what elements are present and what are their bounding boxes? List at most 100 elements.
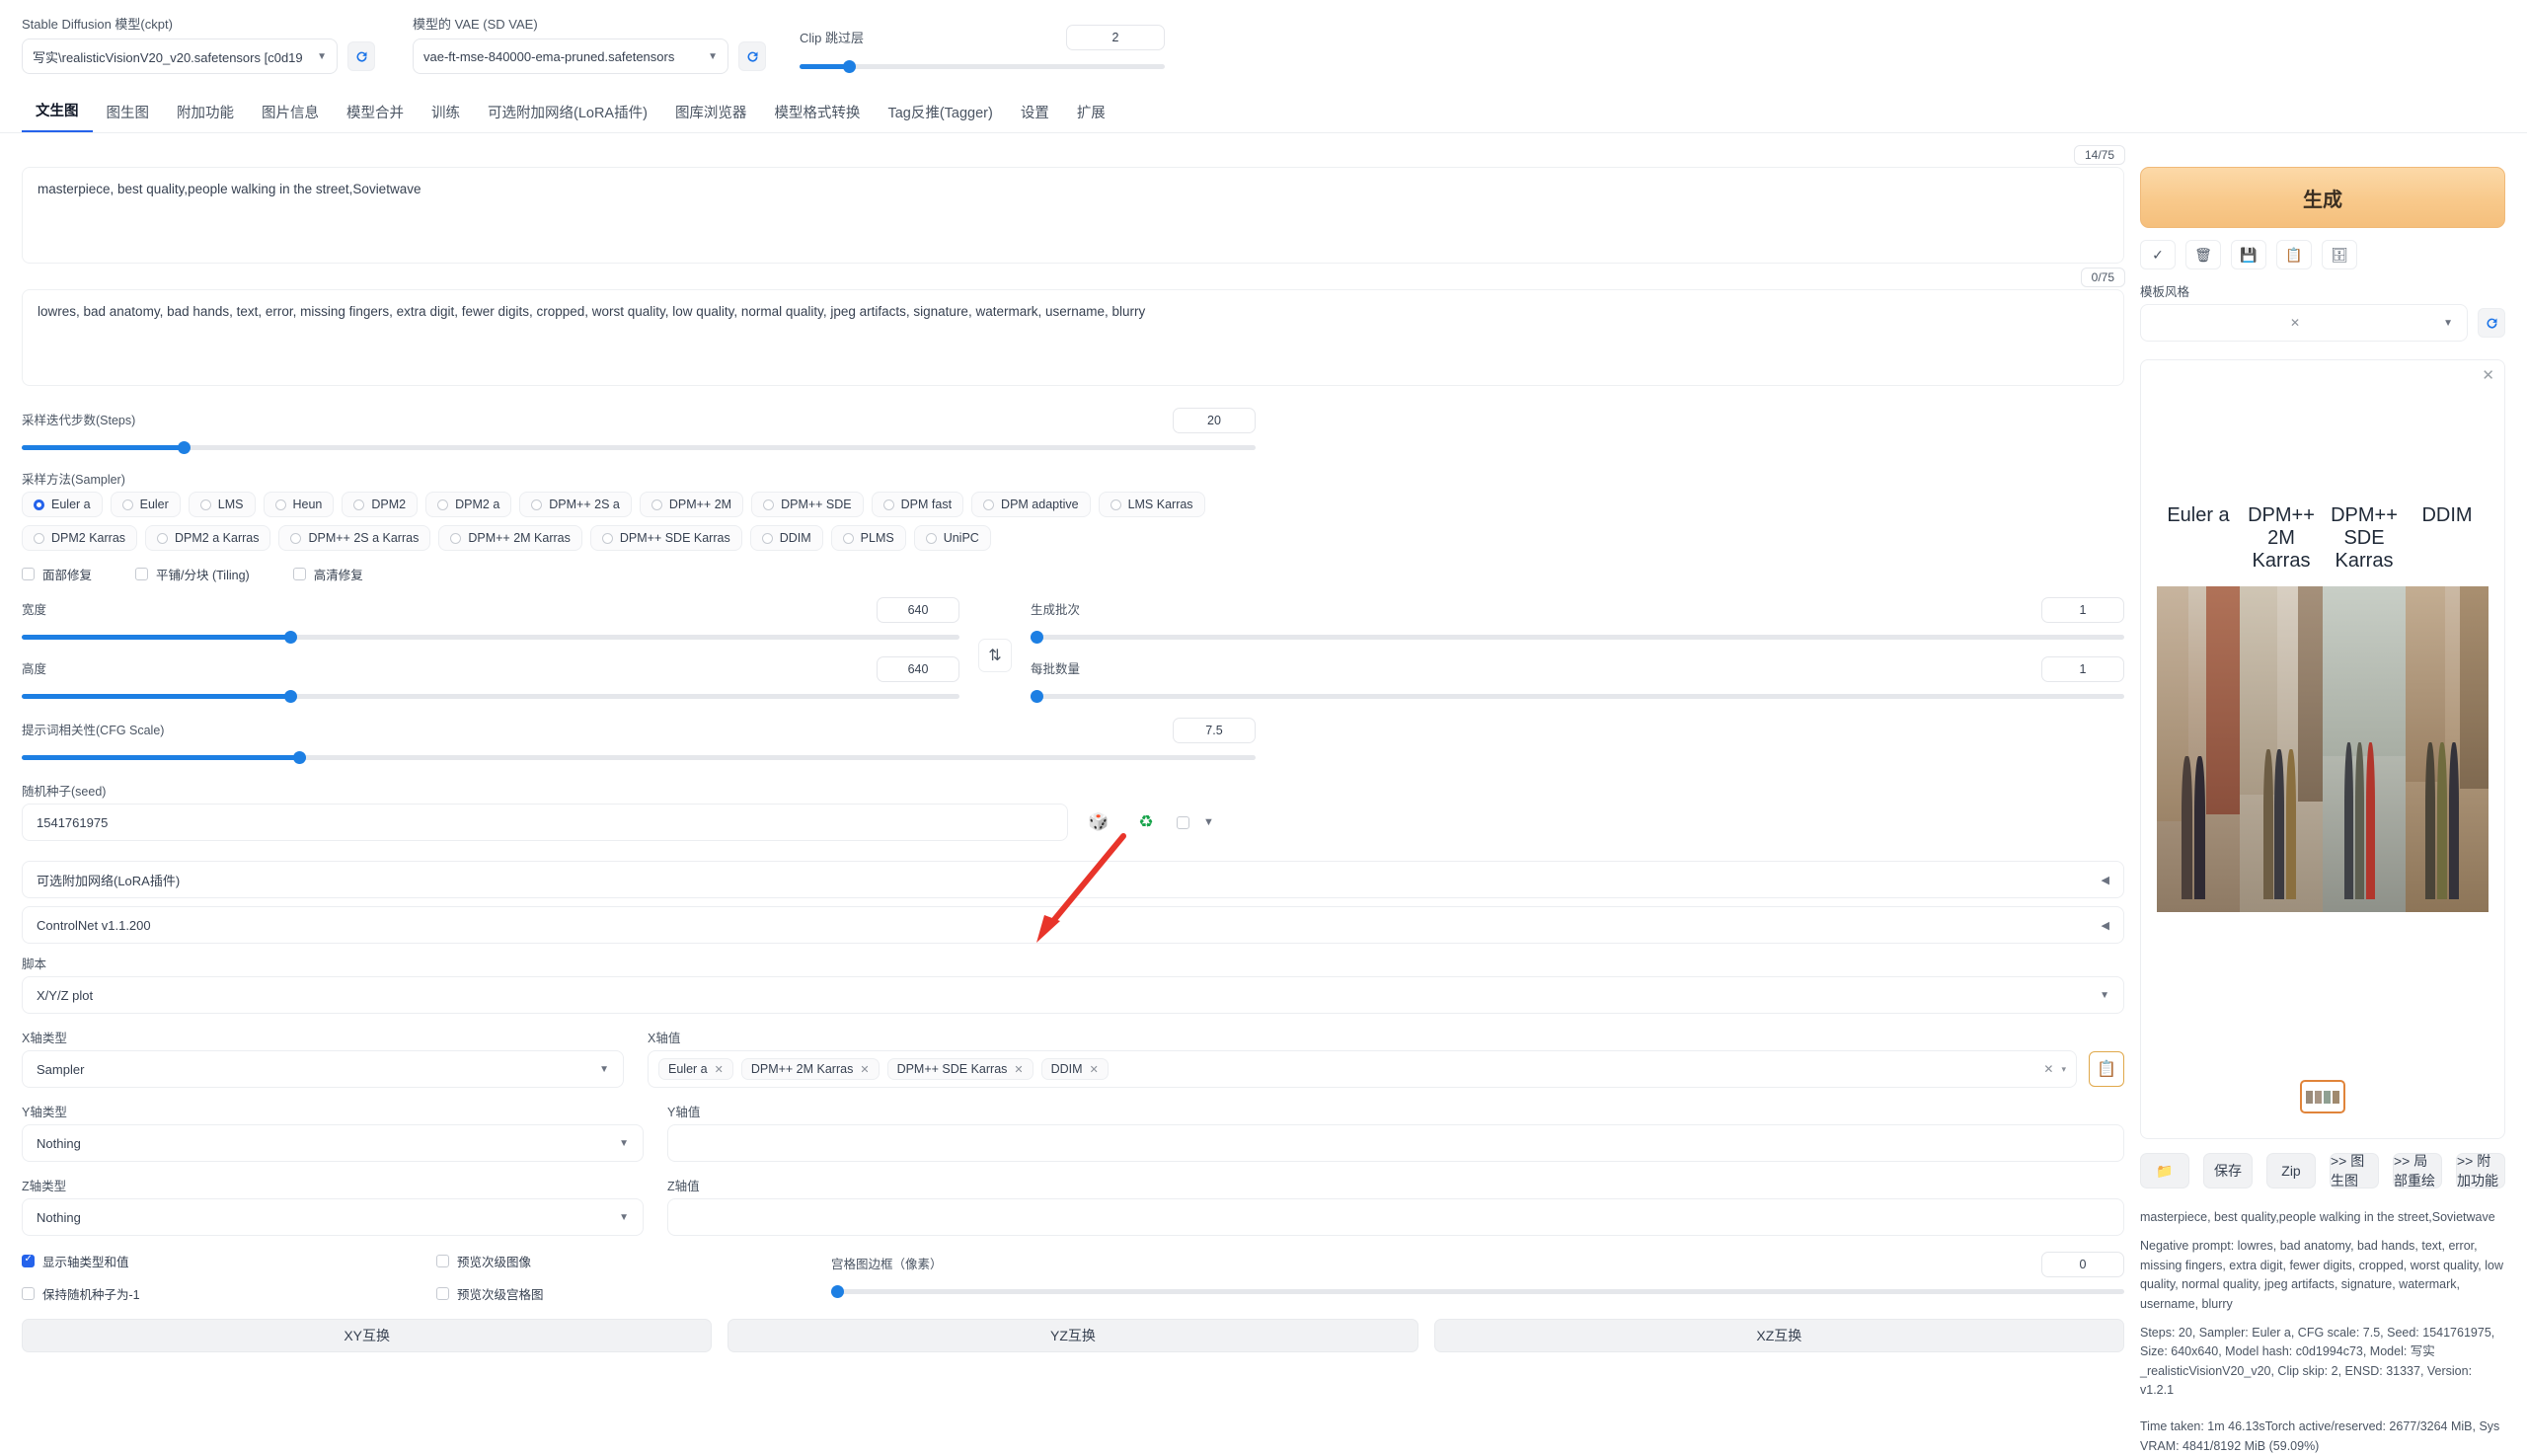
x-axis-value-chip[interactable]: DPM++ SDE Karras ✕ [886,1058,1034,1080]
vae-refresh-button[interactable] [738,41,766,71]
sampler-option-dpm-adaptive[interactable]: DPM adaptive [971,492,1091,517]
negative-prompt-input[interactable]: lowres, bad anatomy, bad hands, text, er… [22,289,2124,386]
positive-prompt-input[interactable]: masterpiece, best quality,people walking… [22,167,2124,264]
feature-checkbox-高清修复[interactable]: 高清修复 [292,565,363,583]
remove-chip-icon[interactable]: ✕ [860,1063,869,1076]
sampler-option-dpm-2s-a[interactable]: DPM++ 2S a [519,492,632,517]
grid-margin-value[interactable]: 0 [2041,1252,2124,1277]
grid-cell-4[interactable] [2406,586,2489,912]
x-axis-values-multiselect[interactable]: Euler a ✕ DPM++ 2M Karras ✕ DPM++ SDE Karras… [648,1050,2077,1088]
output-button-Zip[interactable]: Zip [2266,1153,2316,1188]
cfg-value[interactable]: 7.5 [1173,718,1256,743]
copy-icon[interactable]: 📋 [2276,240,2312,269]
x-axis-value-chip[interactable]: Euler a ✕ [658,1058,733,1080]
accordion-controlnet[interactable]: ControlNet v1.1.200 ◀ [22,906,2124,944]
grid-cell-1[interactable] [2157,586,2240,912]
clip-skip-value[interactable]: 2 [1066,25,1165,50]
tab-png-info[interactable]: 图片信息 [248,94,333,132]
save-icon[interactable]: 💾 [2231,240,2266,269]
trash-icon[interactable]: 🗑 [2185,240,2221,269]
close-icon[interactable]: ✕ [2290,316,2300,330]
ckpt-select[interactable]: 写实\realisticVisionV20_v20.safetensors [c… [22,38,338,74]
sampler-option-dpm2[interactable]: DPM2 [342,492,419,517]
width-value[interactable]: 640 [877,597,959,623]
batch-count-value[interactable]: 1 [2041,597,2124,623]
generate-button[interactable]: 生成 [2140,167,2505,228]
sampler-option-dpm2-karras[interactable]: DPM2 Karras [22,525,138,551]
sampler-option-ddim[interactable]: DDIM [749,525,823,551]
y-axis-type-select[interactable]: Nothing ▼ [22,1124,644,1162]
gallery-thumbnail-strip[interactable] [2157,1080,2489,1113]
remove-chip-icon[interactable]: ✕ [1014,1063,1023,1076]
tab-extras[interactable]: 附加功能 [163,94,248,132]
output-button-附加功能[interactable]: >> 附加功能 [2456,1153,2505,1188]
recycle-icon[interactable]: ♻ [1129,806,1163,838]
tab-txt2img[interactable]: 文生图 [22,92,93,132]
sampler-option-unipc[interactable]: UniPC [913,525,991,551]
tab-model-convert[interactable]: 模型格式转换 [760,94,874,132]
tab-checkpoint-merger[interactable]: 模型合并 [333,94,418,132]
sampler-option-dpm-fast[interactable]: DPM fast [871,492,964,517]
x-axis-value-chip[interactable]: DDIM ✕ [1040,1058,1109,1080]
sampler-option-euler[interactable]: Euler [110,492,181,517]
grid-cell-3[interactable] [2323,586,2406,912]
close-icon[interactable]: ✕ [2482,366,2494,384]
sampler-option-lms[interactable]: LMS [188,492,256,517]
height-value[interactable]: 640 [877,656,959,682]
xy-swap-button[interactable]: XY互换 [22,1319,713,1352]
style-template-select[interactable]: ✕ ▼ [2140,304,2468,342]
sampler-option-dpm-sde-karras[interactable]: DPM++ SDE Karras [589,525,742,551]
cfg-slider[interactable] [22,749,1256,765]
sampler-option-dpm-2m[interactable]: DPM++ 2M [639,492,744,517]
sampler-option-lms-karras[interactable]: LMS Karras [1098,492,1205,517]
tab-lora[interactable]: 可选附加网络(LoRA插件) [474,94,661,132]
clipboard-icon[interactable]: 📋 [2089,1051,2124,1087]
output-button-保存[interactable]: 保存 [2203,1153,2253,1188]
remove-chip-icon[interactable]: ✕ [715,1063,724,1076]
sampler-option-plms[interactable]: PLMS [830,525,906,551]
grid-margin-slider[interactable] [831,1283,2124,1299]
tab-image-browser[interactable]: 图库浏览器 [661,94,761,132]
output-button-局部重绘[interactable]: >> 局部重绘 [2393,1153,2442,1188]
tab-extensions[interactable]: 扩展 [1063,94,1119,132]
batch-count-slider[interactable] [1031,629,2124,645]
swap-dimensions-button[interactable]: ⇅ [959,597,1031,672]
tab-settings[interactable]: 设置 [1007,94,1063,132]
width-slider[interactable] [22,629,959,645]
option-show-axis-types[interactable]: 显示轴类型和值 [22,1252,436,1270]
xz-swap-button[interactable]: XZ互换 [1433,1319,2124,1352]
z-axis-type-select[interactable]: Nothing ▼ [22,1198,644,1236]
archive-icon[interactable]: 🗄 [2322,240,2357,269]
height-slider[interactable] [22,688,959,704]
steps-value[interactable]: 20 [1173,408,1256,433]
tab-img2img[interactable]: 图生图 [93,94,164,132]
output-button-图生图[interactable]: >> 图生图 [2330,1153,2379,1188]
remove-chip-icon[interactable]: ✕ [1090,1063,1099,1076]
clip-skip-slider[interactable] [800,58,1165,74]
accordion-lora[interactable]: 可选附加网络(LoRA插件) ◀ [22,861,2124,898]
option-keep-seed[interactable]: 保持随机种子为-1 [22,1284,436,1303]
ckpt-refresh-button[interactable] [347,41,375,71]
folder-button[interactable]: 📁 [2140,1153,2189,1188]
chevron-down-icon[interactable]: ▼ [1203,816,1214,828]
tab-train[interactable]: 训练 [418,94,474,132]
tab-tagger[interactable]: Tag反推(Tagger) [874,94,1006,132]
grid-cell-2[interactable] [2240,586,2323,912]
y-axis-values-input[interactable] [667,1124,2124,1162]
style-refresh-button[interactable] [2478,308,2505,338]
sampler-option-dpm-2m-karras[interactable]: DPM++ 2M Karras [438,525,582,551]
sampler-option-heun[interactable]: Heun [263,492,335,517]
seed-extra-checkbox[interactable] [1177,815,1189,829]
feature-checkbox-平铺分块Tiling[interactable]: 平铺/分块 (Tiling) [135,565,250,583]
batch-size-slider[interactable] [1031,688,2124,704]
option-preview-sub-grids[interactable]: 预览次级宫格图 [436,1284,831,1303]
sampler-option-dpm-sde[interactable]: DPM++ SDE [751,492,864,517]
sampler-option-dpm2-a-karras[interactable]: DPM2 a Karras [145,525,271,551]
sampler-option-dpm2-a[interactable]: DPM2 a [425,492,512,517]
z-axis-values-input[interactable] [667,1198,2124,1236]
dice-icon[interactable]: 🎲 [1082,806,1115,838]
option-preview-sub-images[interactable]: 预览次级图像 [436,1252,831,1270]
script-select[interactable]: X/Y/Z plot ▼ [22,976,2124,1014]
check-icon[interactable]: ✓ [2140,240,2176,269]
x-axis-clear-all[interactable]: ✕ ▾ [2043,1062,2066,1076]
